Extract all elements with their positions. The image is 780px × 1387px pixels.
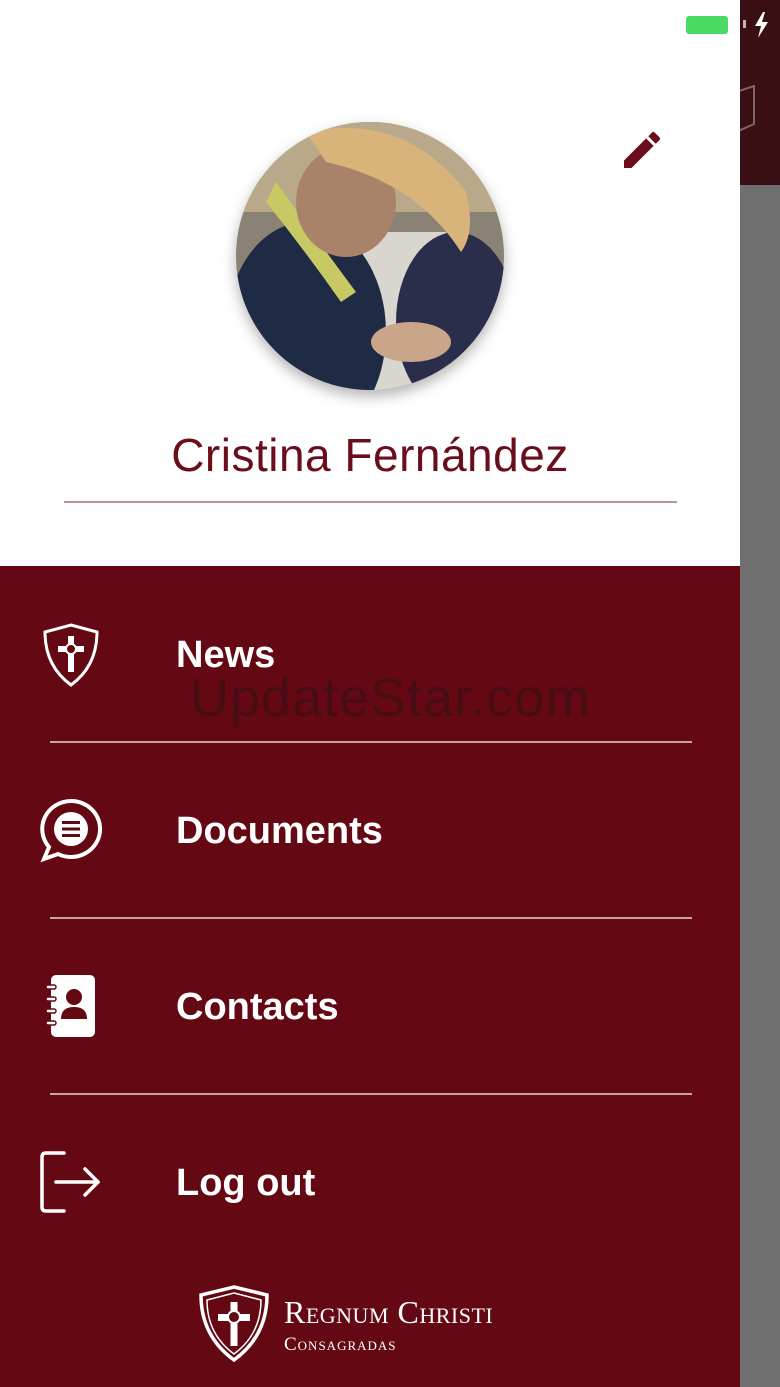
menu-item-label: Documents <box>176 810 383 852</box>
profile-name: Cristina Fernández <box>171 429 569 481</box>
battery-icon <box>686 16 728 34</box>
pencil-icon <box>624 131 661 168</box>
menu-item-documents[interactable]: Documents <box>0 743 740 919</box>
menu-item-label: Contacts <box>176 986 339 1028</box>
shield-cross-icon <box>199 1285 269 1363</box>
menu-item-contacts[interactable]: Contacts <box>0 919 740 1095</box>
menu-item-logout[interactable]: Log out <box>0 1095 740 1271</box>
contact-book-icon <box>36 971 106 1041</box>
logo-title: Regnum Christi <box>284 1294 494 1330</box>
navigation-drawer: Cristina Fernández News UpdateStar.com D… <box>0 0 740 1387</box>
chat-bubble-list-icon <box>36 795 106 865</box>
avatar-photo <box>236 122 504 390</box>
avatar[interactable] <box>236 122 504 390</box>
shield-cross-icon <box>36 620 106 690</box>
profile-header: Cristina Fernández <box>0 0 740 566</box>
logout-icon <box>36 1147 106 1217</box>
charging-icon <box>743 10 780 40</box>
menu-item-label: Log out <box>176 1162 316 1204</box>
menu-list: News UpdateStar.com Documents Contacts L… <box>0 566 740 1387</box>
name-divider <box>64 501 677 503</box>
regnum-christi-logo: Regnum Christi Consagradas <box>196 1284 556 1364</box>
edit-profile-button[interactable] <box>612 120 672 180</box>
logo-subtitle: Consagradas <box>284 1334 397 1355</box>
watermark: UpdateStar.com <box>190 668 592 728</box>
